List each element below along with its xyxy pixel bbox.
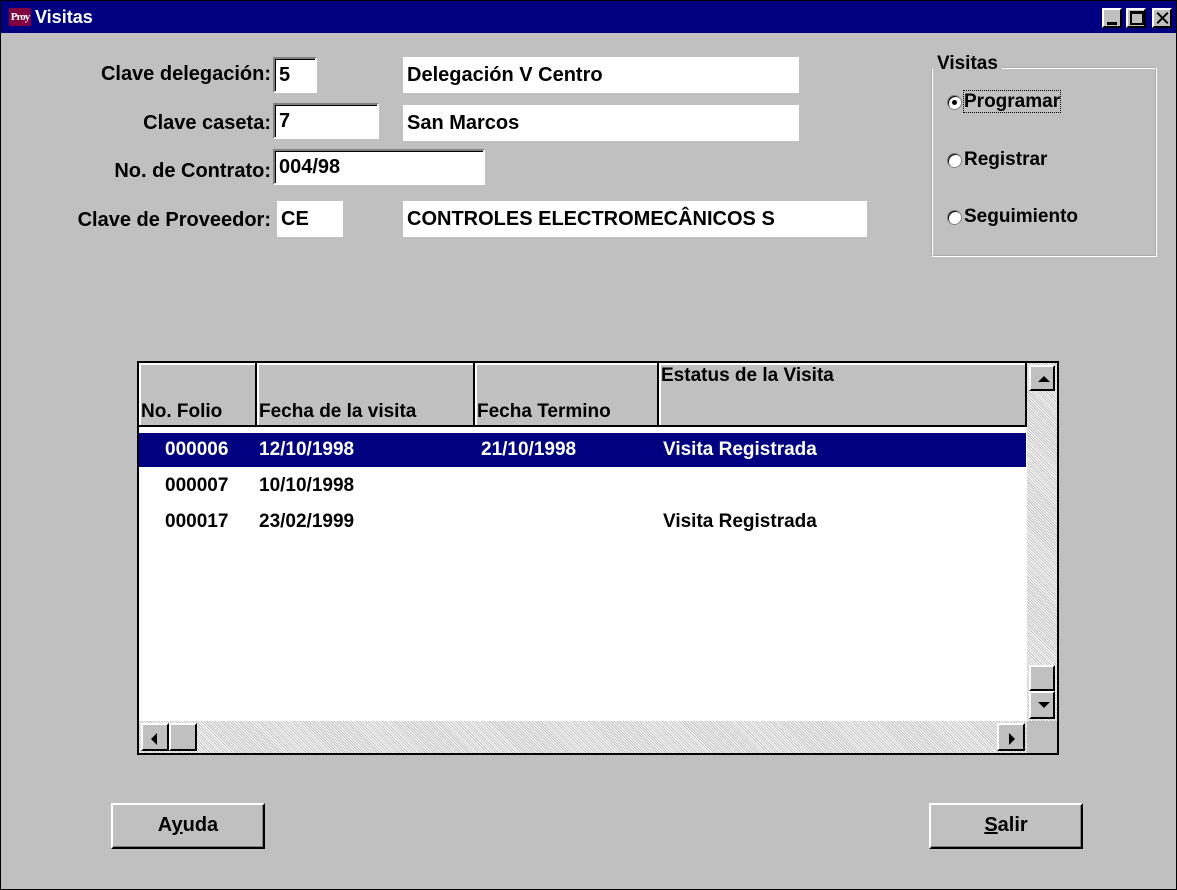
table-row[interactable]: 000006 12/10/1998 21/10/1998 Visita Regi… [139, 433, 1026, 467]
cell-fecha: 10/10/1998 [259, 475, 355, 496]
delegacion-name-field: Delegación V Centro [403, 57, 799, 93]
clave-delegacion-label: Clave delegación: [100, 63, 271, 85]
clave-proveedor-label: Clave de Proveedor: [77, 209, 271, 231]
radio-registrar[interactable]: Registrar [947, 149, 1047, 171]
scroll-down-button[interactable] [1029, 691, 1055, 719]
cell-fecha: 12/10/1998 [259, 439, 355, 460]
column-header-fecha-termino[interactable]: Fecha Termino [475, 363, 659, 427]
app-logo-icon[interactable]: Proy [9, 8, 31, 26]
column-header-folio[interactable]: No. Folio [139, 363, 257, 427]
cell-termino: 21/10/1998 [481, 439, 577, 460]
caseta-name-field: San Marcos [403, 105, 799, 141]
ayuda-label-suffix: uda [182, 814, 219, 836]
close-icon[interactable] [1152, 8, 1172, 28]
radio-seguimiento[interactable]: Seguimiento [947, 206, 1078, 228]
radio-seguimiento-label: Seguimiento [964, 206, 1079, 227]
title-bar[interactable]: Proy Visitas [1, 1, 1176, 33]
table-row[interactable]: 000017 23/02/1999 Visita Registrada [139, 505, 1026, 539]
no-contrato-input[interactable]: 004/98 [273, 149, 485, 185]
ayuda-mnemonic: y [171, 814, 183, 836]
radio-unselected-icon[interactable] [947, 152, 962, 168]
salir-label-suffix: alir [997, 814, 1028, 836]
salir-button[interactable]: Salir [929, 803, 1083, 849]
column-header-estatus[interactable]: Estatus de la Visita [659, 363, 1027, 427]
visits-table[interactable]: No. Folio Fecha de la visita Fecha Termi… [137, 361, 1059, 755]
cell-estatus: Visita Registrada [663, 439, 817, 460]
salir-mnemonic: S [984, 814, 998, 836]
cell-folio: 000017 [165, 511, 229, 532]
ayuda-button[interactable]: Ayuda [111, 803, 265, 849]
scroll-left-button[interactable] [141, 723, 169, 751]
cell-estatus: Visita Registrada [663, 511, 817, 532]
scrollbar-corner [1027, 721, 1057, 753]
visitas-group-label: Visitas [933, 53, 1002, 75]
radio-programar[interactable]: Programar [947, 90, 1062, 113]
minimize-icon[interactable] [1102, 8, 1122, 28]
radio-unselected-icon[interactable] [947, 209, 962, 225]
scroll-up-button[interactable] [1029, 365, 1055, 391]
arrow-left-icon [151, 733, 157, 745]
radio-programar-label: Programar [962, 90, 1062, 113]
visitas-window: Proy Visitas Clave delegación: 5 Delegac… [0, 0, 1177, 890]
scroll-thumb[interactable] [1029, 665, 1055, 691]
cell-folio: 000007 [165, 475, 229, 496]
radio-selected-icon[interactable] [947, 94, 962, 110]
window-title: Visitas [35, 7, 93, 27]
arrow-right-icon [1009, 733, 1015, 745]
hscroll-thumb[interactable] [169, 723, 197, 751]
ayuda-label-prefix: A [157, 814, 172, 836]
maximize-icon[interactable] [1126, 8, 1146, 28]
cell-folio: 000006 [165, 439, 229, 460]
clave-delegacion-input[interactable]: 5 [273, 57, 317, 93]
no-contrato-label: No. de Contrato: [114, 160, 271, 182]
arrow-down-icon [1038, 702, 1050, 708]
horizontal-scrollbar[interactable] [139, 721, 1027, 753]
arrow-up-icon [1038, 376, 1050, 382]
clave-caseta-input[interactable]: 7 [273, 103, 379, 139]
radio-registrar-label: Registrar [964, 149, 1048, 170]
clave-caseta-label: Clave caseta: [143, 112, 271, 134]
proveedor-name-field: CONTROLES ELECTROMECÂNICOS S [403, 201, 867, 237]
clave-proveedor-field: CE [277, 201, 343, 237]
scroll-right-button[interactable] [997, 723, 1025, 751]
vertical-scrollbar[interactable] [1027, 363, 1057, 721]
table-row[interactable]: 000007 10/10/1998 [139, 469, 1026, 503]
cell-fecha: 23/02/1999 [259, 511, 355, 532]
column-header-fecha-visita[interactable]: Fecha de la visita [257, 363, 475, 427]
